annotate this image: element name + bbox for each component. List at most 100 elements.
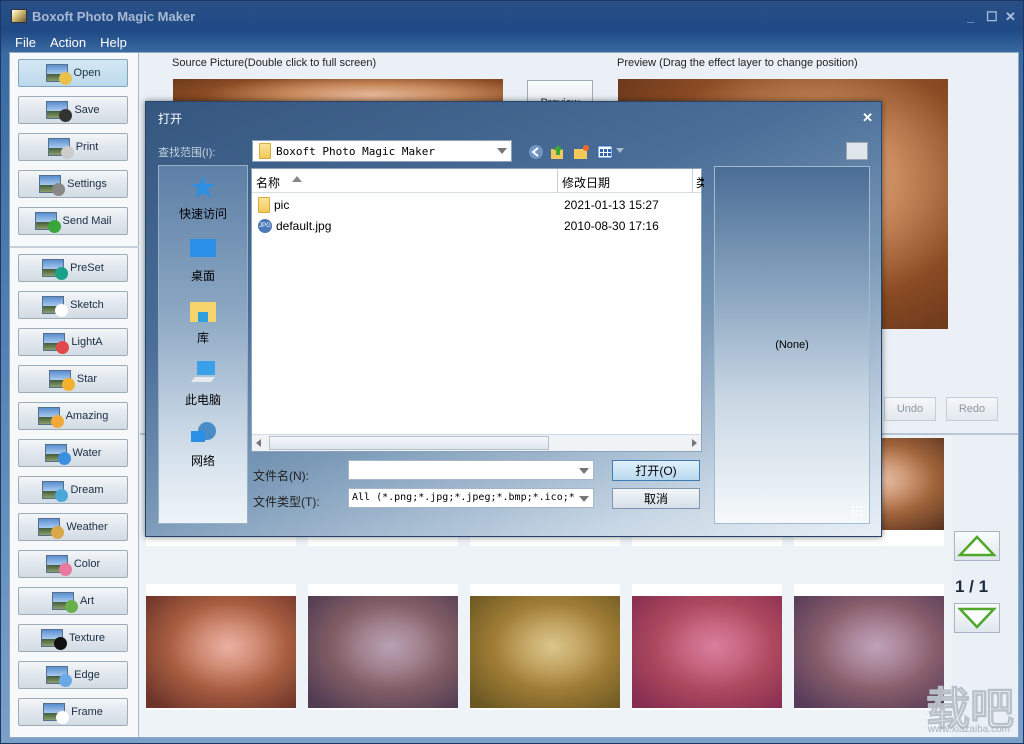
place-desktop[interactable]: 桌面 — [159, 236, 247, 284]
file-preview-pane: (None) — [714, 166, 870, 524]
minimize-button[interactable]: _ — [967, 9, 974, 24]
page-down-button[interactable] — [954, 603, 1000, 633]
file-row[interactable]: JPG default.jpg 2010-08-30 17:16 — [258, 216, 698, 236]
cancel-button[interactable]: 取消 — [612, 488, 700, 509]
up-folder-icon[interactable] — [550, 144, 566, 160]
preview-toggle-icon[interactable] — [846, 142, 868, 160]
column-separator[interactable] — [692, 169, 693, 193]
sidebar-button-send-mail[interactable]: Send Mail — [18, 207, 128, 235]
sort-ascending-icon — [292, 176, 302, 182]
view-menu-icon[interactable] — [597, 144, 613, 160]
menu-action[interactable]: Action — [50, 35, 86, 50]
sidebar-button-star[interactable]: Star — [18, 365, 128, 393]
edge-icon — [46, 666, 73, 687]
sidebar-button-label: Color — [73, 558, 101, 570]
sidebar-button-art[interactable]: Art — [18, 587, 128, 615]
file-list: 名称 修改日期 类 pic 2021-01-13 15:27 JPG defaul… — [251, 168, 704, 452]
dialog-title: 打开 — [158, 112, 183, 126]
horizontal-scrollbar[interactable] — [252, 434, 701, 451]
preset-icon — [42, 259, 69, 280]
scrollbar-thumb[interactable] — [269, 436, 549, 450]
sidebar-button-water[interactable]: Water — [18, 439, 128, 467]
smiley-icon — [37, 407, 64, 428]
menu-file[interactable]: File — [15, 35, 36, 50]
column-modified[interactable]: 修改日期 — [562, 174, 610, 191]
place-label: 此电脑 — [184, 393, 221, 407]
new-folder-icon[interactable] — [573, 144, 589, 160]
desktop-icon — [190, 239, 216, 257]
sidebar-button-print[interactable]: Print — [18, 133, 128, 161]
page-up-button[interactable] — [954, 531, 1000, 561]
filetype-dropdown[interactable]: All (*.png;*.jpg;*.jpeg;*.bmp;*.ico;* — [348, 488, 594, 508]
close-button[interactable]: ✕ — [1005, 9, 1016, 25]
sidebar-button-label: Art — [79, 595, 95, 607]
maximize-button[interactable]: ☐ — [986, 9, 998, 25]
computer-icon — [191, 361, 215, 382]
send-mail-icon — [34, 212, 61, 233]
filename-label: 文件名(N): — [253, 469, 309, 483]
chevron-down-icon — [497, 148, 507, 154]
open-file-dialog: 打开 ✕ 查找范围(I): Boxoft Photo Magic Maker 快… — [145, 101, 882, 537]
sidebar-button-frame[interactable]: Frame — [18, 698, 128, 726]
scroll-right-icon[interactable] — [692, 439, 697, 447]
chevron-down-icon[interactable] — [579, 468, 589, 474]
effect-thumbnail[interactable] — [470, 584, 620, 710]
sidebar-button-sketch[interactable]: Sketch — [18, 291, 128, 319]
sidebar-button-label: Sketch — [70, 299, 104, 311]
dialog-close-button[interactable]: ✕ — [862, 110, 873, 126]
sidebar-button-label: Settings — [67, 178, 107, 190]
file-row[interactable]: pic 2021-01-13 15:27 — [258, 195, 698, 215]
effect-thumbnail[interactable] — [794, 584, 944, 710]
effect-preview-image — [470, 596, 620, 708]
sketch-icon — [42, 296, 69, 317]
scroll-left-icon[interactable] — [256, 439, 261, 447]
dream-icon — [42, 481, 69, 502]
file-list-header: 名称 修改日期 类 — [252, 169, 704, 193]
up-triangle-icon — [957, 535, 997, 557]
sidebar-button-label: Edge — [74, 669, 100, 681]
undo-button[interactable]: Undo — [884, 397, 936, 421]
place-this-pc[interactable]: 此电脑 — [159, 360, 247, 408]
open-button[interactable]: 打开(O) — [612, 460, 700, 481]
resize-grip[interactable] — [851, 505, 863, 517]
page-indicator: 1 / 1 — [955, 577, 989, 596]
column-type[interactable]: 类 — [696, 174, 704, 191]
sidebar-button-label: PreSet — [70, 262, 104, 274]
light-icon — [43, 333, 70, 354]
filename-input[interactable] — [348, 460, 594, 480]
sidebar-button-settings[interactable]: Settings — [18, 170, 128, 198]
place-label: 库 — [196, 331, 209, 345]
effect-thumbnail[interactable] — [632, 584, 782, 710]
menu-help[interactable]: Help — [100, 35, 127, 50]
sidebar-button-color[interactable]: Color — [18, 550, 128, 578]
sidebar-button-save[interactable]: Save — [18, 96, 128, 124]
sidebar-button-open[interactable]: Open — [18, 59, 128, 87]
sidebar-button-edge[interactable]: Edge — [18, 661, 128, 689]
sidebar-button-texture[interactable]: Texture — [18, 624, 128, 652]
place-library[interactable]: 库 — [159, 298, 247, 346]
sidebar-button-amazing[interactable]: Amazing — [18, 402, 128, 430]
art-icon — [51, 592, 78, 613]
sidebar-button-weather[interactable]: Weather — [18, 513, 128, 541]
sidebar-button-label: Send Mail — [62, 215, 112, 227]
place-label: 桌面 — [190, 269, 215, 283]
sidebar-button-label: Dream — [70, 484, 104, 496]
effect-thumbnail[interactable] — [308, 584, 458, 710]
place-quick-access[interactable]: 快速访问 — [159, 174, 247, 222]
sidebar-button-preset[interactable]: PreSet — [18, 254, 128, 282]
open-folder-icon — [45, 64, 72, 85]
view-dropdown-icon[interactable] — [616, 148, 624, 153]
column-name[interactable]: 名称 — [256, 174, 280, 191]
sidebar-button-label: LightA — [71, 336, 103, 348]
effect-thumbnail[interactable] — [146, 584, 296, 710]
look-in-dropdown[interactable]: Boxoft Photo Magic Maker — [252, 140, 512, 162]
place-network[interactable]: 网络 — [159, 421, 247, 469]
chevron-down-icon[interactable] — [579, 496, 589, 502]
sidebar-button-lighta[interactable]: LightA — [18, 328, 128, 356]
redo-button[interactable]: Redo — [946, 397, 998, 421]
back-arrow-icon[interactable] — [528, 144, 544, 160]
effect-preview-image — [308, 596, 458, 708]
folder-icon — [259, 143, 271, 159]
column-separator[interactable] — [557, 169, 558, 193]
sidebar-button-dream[interactable]: Dream — [18, 476, 128, 504]
